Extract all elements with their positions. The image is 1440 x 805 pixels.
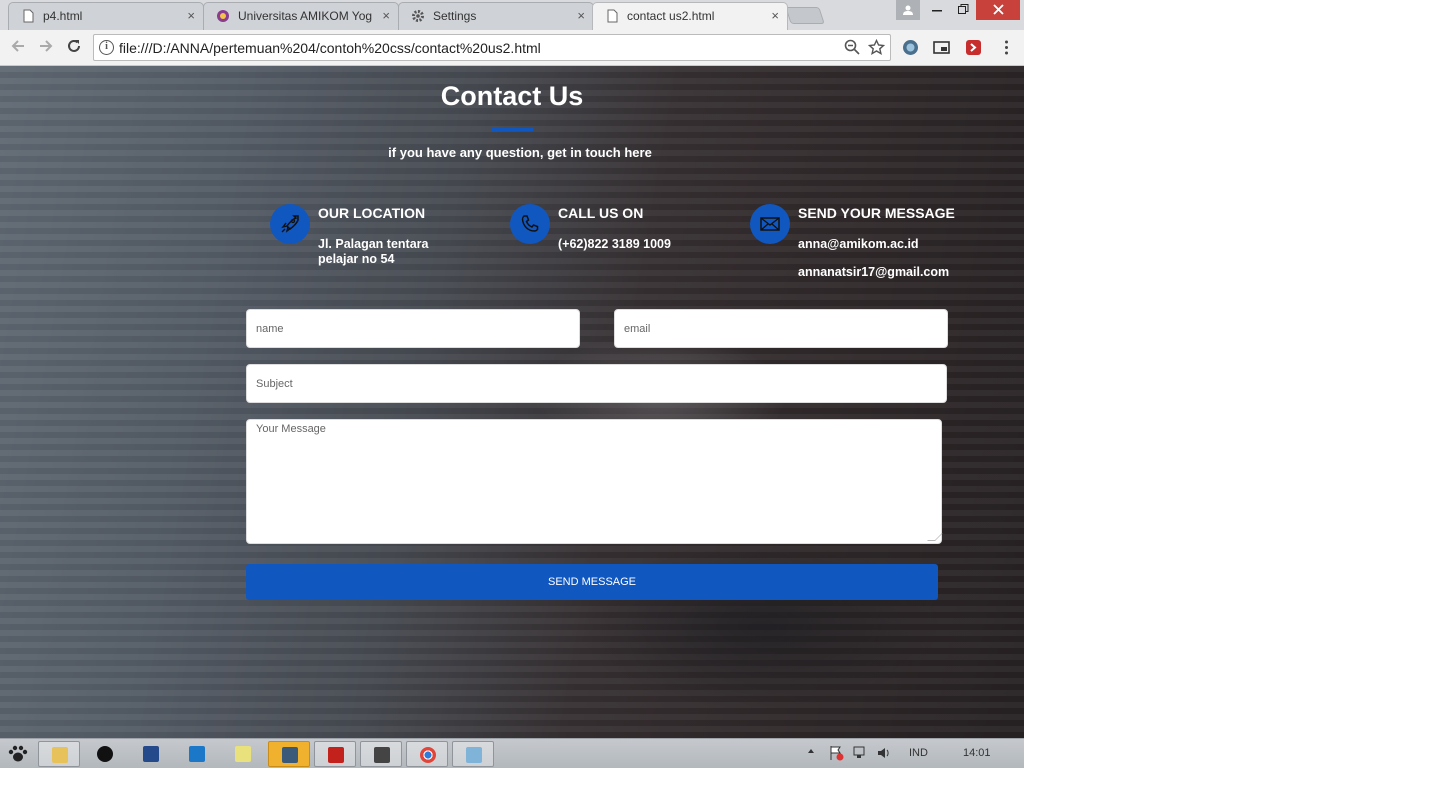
zoom-out-icon[interactable] — [844, 39, 860, 55]
send-message-button[interactable]: SEND MESSAGE — [246, 564, 938, 600]
title-underline — [491, 128, 533, 131]
app-blue-icon — [189, 746, 205, 762]
taskbar-file-manager[interactable] — [38, 741, 80, 767]
bookmark-star-icon[interactable] — [868, 39, 885, 56]
language-indicator[interactable]: IND — [909, 747, 928, 759]
restore-button[interactable] — [948, 0, 978, 20]
location-heading: OUR LOCATION — [318, 205, 426, 221]
url-text[interactable]: file:///D:/ANNA/pertemuan%204/contoh%20c… — [119, 40, 541, 56]
sublime-text-icon — [282, 747, 298, 763]
menu-kebab-icon[interactable] — [998, 39, 1015, 56]
email-input[interactable] — [615, 310, 947, 347]
location-line: Jl. Palagan tentara — [318, 237, 429, 251]
tab-close-button[interactable]: × — [382, 8, 390, 23]
taskbar-app-pdf[interactable] — [314, 741, 356, 767]
page-subtitle: if you have any question, get in touch h… — [388, 145, 652, 160]
volume-icon[interactable] — [876, 745, 892, 761]
location-line: pelajar no 54 — [318, 252, 395, 266]
media-player-icon — [374, 747, 390, 763]
tray-chevron-up-icon[interactable] — [806, 746, 816, 759]
app-p-icon — [97, 746, 113, 762]
cast-icon[interactable] — [933, 39, 950, 56]
reload-button[interactable] — [64, 37, 84, 57]
email-heading: SEND YOUR MESSAGE — [798, 205, 955, 221]
back-button[interactable] — [8, 37, 28, 57]
tab-p4[interactable]: p4.html × — [8, 2, 204, 30]
page-title: Contact Us — [440, 81, 584, 111]
notepad-icon — [235, 746, 251, 762]
tab-title: contact us2.html — [627, 9, 715, 23]
new-tab-button[interactable] — [785, 7, 825, 24]
taskbar-app-paint[interactable] — [452, 741, 494, 767]
pdf-icon — [328, 747, 344, 763]
extension-red-icon[interactable] — [965, 39, 982, 56]
email-field[interactable] — [614, 309, 948, 348]
browser-tab-strip: p4.html × Universitas AMIKOM Yog × Setti… — [0, 0, 1024, 30]
tab-settings[interactable]: Settings × — [398, 2, 594, 30]
taskbar-app-chrome[interactable] — [406, 741, 448, 767]
taskbar-app-blue[interactable] — [176, 741, 218, 767]
document-icon — [23, 9, 34, 23]
email-address[interactable]: annanatsir17@gmail.com — [798, 265, 949, 279]
network-icon[interactable] — [852, 745, 868, 761]
action-center-flag-icon[interactable] — [828, 745, 844, 761]
location-icon-circle — [270, 204, 310, 244]
subject-input[interactable] — [247, 365, 946, 402]
start-paw-icon[interactable] — [7, 744, 29, 764]
taskbar-app-media[interactable] — [360, 741, 402, 767]
envelope-icon — [760, 217, 780, 231]
tab-amikom[interactable]: Universitas AMIKOM Yog × — [203, 2, 399, 30]
arrow-right-icon — [40, 40, 53, 52]
gear-icon — [412, 10, 424, 22]
document-icon — [607, 9, 618, 23]
tab-contact-us2[interactable]: contact us2.html × — [592, 2, 788, 30]
phone-number: (+62)822 3189 1009 — [558, 237, 671, 251]
arrow-left-icon — [11, 40, 24, 52]
name-field[interactable] — [246, 309, 580, 348]
browser-toolbar: i file:///D:/ANNA/pertemuan%204/contoh%2… — [0, 30, 1024, 66]
tab-title: Settings — [433, 9, 477, 23]
email-address[interactable]: anna@amikom.ac.id — [798, 237, 919, 251]
profile-icon[interactable] — [896, 0, 920, 20]
extension-compass-icon[interactable] — [902, 39, 919, 56]
info-icon[interactable]: i — [99, 40, 114, 55]
taskbar-app-sublime[interactable] — [268, 741, 310, 767]
tab-close-button[interactable]: × — [771, 8, 779, 23]
tab-close-button[interactable]: × — [187, 8, 195, 23]
taskbar-clock[interactable]: 14:01 — [963, 747, 991, 759]
address-bar[interactable]: i file:///D:/ANNA/pertemuan%204/contoh%2… — [93, 34, 891, 61]
phone-icon-circle — [510, 204, 550, 244]
reload-icon — [68, 39, 80, 52]
folder-icon — [52, 747, 68, 763]
phone-icon — [521, 215, 539, 232]
tab-title: p4.html — [43, 9, 83, 23]
taskbar: IND 14:01 — [0, 738, 1024, 768]
forward-button[interactable] — [36, 37, 56, 57]
taskbar-app-notepad[interactable] — [222, 741, 264, 767]
paint-icon — [466, 747, 482, 763]
subject-field[interactable] — [246, 364, 947, 403]
contact-page: Contact Us if you have any question, get… — [0, 66, 1024, 738]
email-icon-circle — [750, 204, 790, 244]
phone-heading: CALL US ON — [558, 205, 644, 221]
tab-close-button[interactable]: × — [577, 8, 585, 23]
message-textarea[interactable] — [247, 420, 941, 543]
screen: p4.html × Universitas AMIKOM Yog × Setti… — [0, 0, 1024, 768]
amikom-logo-icon — [217, 10, 229, 22]
tab-title: Universitas AMIKOM Yog — [238, 9, 372, 23]
name-input[interactable] — [247, 310, 579, 347]
taskbar-app-p[interactable] — [84, 741, 126, 767]
calculator-icon — [143, 746, 159, 762]
rocket-icon — [281, 215, 299, 233]
taskbar-app-calculator[interactable] — [130, 741, 172, 767]
message-field[interactable] — [246, 419, 943, 544]
chrome-icon — [420, 747, 436, 763]
close-window-button[interactable] — [976, 0, 1020, 20]
